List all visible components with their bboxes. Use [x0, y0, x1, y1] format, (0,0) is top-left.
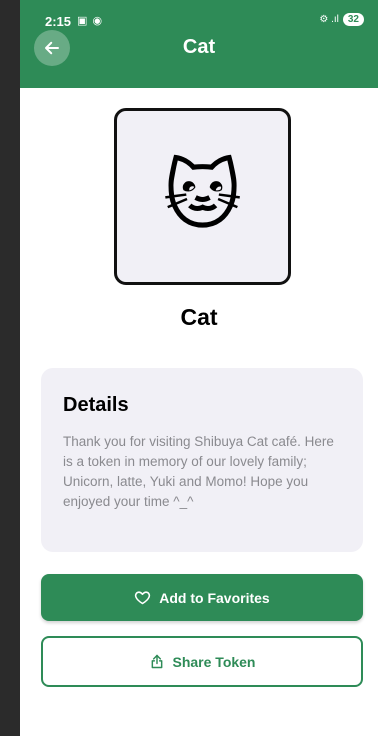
share-token-label: Share Token: [172, 653, 256, 670]
heart-icon: [134, 589, 151, 606]
status-bar: 2:15 ▣ ◉ ⚙ .ıl 32: [20, 12, 378, 32]
status-right-group: ⚙ .ıl 32: [319, 13, 364, 26]
status-notification-icons: ▣ ◉: [77, 15, 104, 27]
add-to-favorites-button[interactable]: Add to Favorites: [41, 574, 363, 621]
add-to-favorites-label: Add to Favorites: [159, 589, 270, 606]
token-name: Cat: [180, 304, 218, 330]
left-edge-strip: [0, 0, 20, 736]
app-screen: 2:15 ▣ ◉ ⚙ .ıl 32 Cat 🐱 Cat Details Than…: [20, 0, 378, 736]
details-heading: Details: [63, 394, 129, 416]
token-image-frame: 🐱: [114, 108, 291, 285]
share-token-button[interactable]: Share Token: [41, 636, 363, 687]
details-card: Details Thank you for visiting Shibuya C…: [41, 368, 363, 552]
details-description: Thank you for visiting Shibuya Cat café.…: [63, 434, 334, 509]
page-title: Cat: [182, 36, 216, 58]
cat-face-icon: 🐱: [162, 153, 243, 239]
status-time: 2:15: [45, 14, 72, 29]
share-icon: [149, 653, 165, 670]
signal-icon: ⚙ .ıl: [319, 14, 339, 25]
battery-icon: 32: [342, 13, 364, 26]
app-bar: 2:15 ▣ ◉ ⚙ .ıl 32 Cat: [20, 0, 378, 88]
